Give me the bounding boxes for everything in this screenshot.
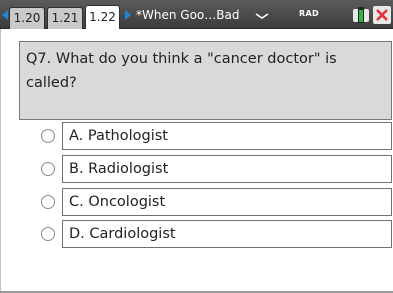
battery-icon [353,7,369,23]
close-icon[interactable] [373,6,391,24]
choice-b-label[interactable]: B. Radiologist [62,155,392,183]
next-page-arrow-icon[interactable] [125,10,131,20]
chevron-down-icon[interactable] [255,13,269,19]
top-tab-bar: 1.20 1.21 1.22 *When Goo…Bad RAD [0,0,393,29]
choice-d-label[interactable]: D. Cardiologist [62,220,392,248]
choice-a[interactable]: A. Pathologist [0,122,393,150]
radio-button-a[interactable] [41,129,55,143]
choice-b[interactable]: B. Radiologist [0,155,393,183]
tab-1-21[interactable]: 1.21 [47,7,83,29]
previous-page-arrow-icon[interactable] [2,10,8,20]
angle-mode-label: RAD [299,9,319,18]
document-title[interactable]: *When Goo…Bad [136,7,254,23]
tab-1-22-active[interactable]: 1.22 [85,5,120,29]
choice-c[interactable]: C. Oncologist [0,188,393,216]
choice-d[interactable]: D. Cardiologist [0,220,393,248]
question-box: Q7. What do you think a "cancer doctor" … [19,41,392,120]
question-text: Q7. What do you think a "cancer doctor" … [26,51,337,91]
radio-button-d[interactable] [41,227,55,241]
radio-button-b[interactable] [41,162,55,176]
radio-button-c[interactable] [41,195,55,209]
choice-a-label[interactable]: A. Pathologist [62,122,392,150]
choice-c-label[interactable]: C. Oncologist [62,188,392,216]
tab-1-20[interactable]: 1.20 [9,7,45,29]
